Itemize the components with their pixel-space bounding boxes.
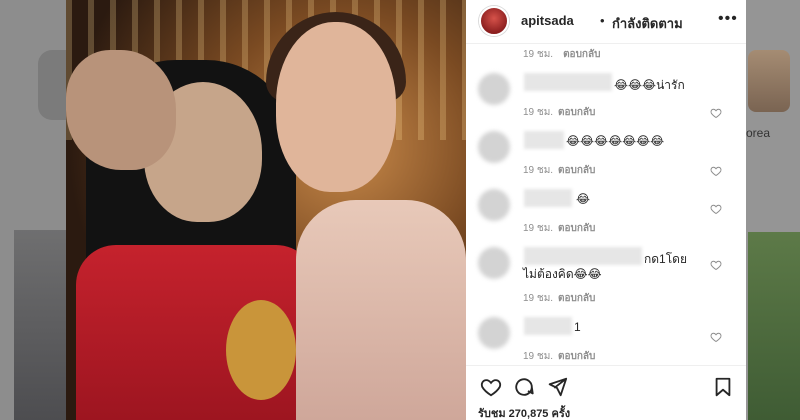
like-heart-icon[interactable] [710, 259, 722, 271]
comment-icon[interactable] [513, 376, 535, 398]
profile-avatar[interactable] [479, 6, 509, 36]
more-icon[interactable]: ••• [718, 10, 738, 28]
comment-time: 19 ชม. [523, 165, 554, 176]
commenter-name-blurred[interactable] [524, 73, 612, 91]
background-page-left [0, 0, 66, 420]
view-count[interactable]: รับชม 270,875 ครั้ง [478, 404, 570, 420]
comment-text: กด1โดย [644, 252, 688, 266]
reply-button[interactable]: ตอบกลับ [563, 49, 600, 60]
heart-icon[interactable] [480, 376, 502, 398]
like-heart-icon[interactable] [710, 107, 722, 119]
like-heart-icon[interactable] [710, 165, 722, 177]
comments-list[interactable]: 19 ชม. ตอบกลับ 😂😂😂น่ารัก 19 ชม. ตอบกลับ 😂… [466, 45, 746, 365]
profile-username[interactable]: apitsada [521, 13, 574, 28]
background-avatar [38, 50, 66, 120]
comment-item: 😂😂😂😂😂😂😂 19 ชม. ตอบกลับ [466, 125, 746, 183]
commenter-avatar[interactable] [478, 247, 510, 279]
background-thumbnail [748, 232, 800, 420]
like-heart-icon[interactable] [710, 203, 722, 215]
comment-meta: 19 ชม. ตอบกลับ [523, 49, 601, 60]
commenter-avatar[interactable] [478, 317, 510, 349]
reply-button[interactable]: ตอบกลับ [558, 105, 595, 120]
post-actions: รับชม 270,875 ครั้ง [466, 365, 746, 420]
commenter-avatar[interactable] [478, 73, 510, 105]
commenter-avatar[interactable] [478, 131, 510, 163]
separator-dot: • [600, 13, 605, 28]
comment-text: 😂 [576, 192, 591, 206]
comment-item: 1 19 ชม. ตอบกลับ [466, 311, 746, 365]
like-heart-icon[interactable] [710, 331, 722, 343]
post-header: apitsada • กำลังติดตาม ••• [466, 0, 746, 44]
post-side-panel: apitsada • กำลังติดตาม ••• 19 ชม. ตอบกลับ… [466, 0, 746, 420]
commenter-name-blurred[interactable] [524, 131, 564, 149]
comment-text: 1 [574, 320, 581, 334]
bookmark-icon[interactable] [712, 376, 734, 398]
reply-button[interactable]: ตอบกลับ [558, 221, 595, 236]
background-thumbnail [14, 230, 66, 420]
reply-button[interactable]: ตอบกลับ [558, 291, 595, 306]
comment-item: 😂😂😂น่ารัก 19 ชม. ตอบกลับ [466, 67, 746, 125]
commenter-name-blurred[interactable] [524, 189, 572, 207]
reply-button[interactable]: ตอบกลับ [558, 349, 595, 364]
comment-text: 😂😂😂😂😂😂😂 [566, 134, 665, 148]
comment-time: 19 ชม. [523, 107, 554, 118]
background-page-right: orea [746, 0, 800, 420]
comment-time: 19 ชม. [523, 351, 554, 362]
share-icon[interactable] [546, 376, 568, 398]
background-suggested-name: orea [746, 126, 771, 140]
comment-time: 19 ชม. [523, 293, 554, 304]
commenter-name-blurred[interactable] [524, 247, 642, 265]
post-photo[interactable] [66, 0, 466, 420]
comment-item: 😂 19 ชม. ตอบกลับ [466, 183, 746, 241]
comment-text: ไม่ต้องคิด😂😂 [523, 267, 602, 281]
comment-item: กด1โดย ไม่ต้องคิด😂😂 19 ชม. ตอบกลับ [466, 241, 746, 307]
reply-button[interactable]: ตอบกลับ [558, 163, 595, 178]
comment-text: 😂😂😂น่ารัก [614, 78, 685, 92]
commenter-name-blurred[interactable] [524, 317, 572, 335]
commenter-avatar[interactable] [478, 189, 510, 221]
comment-time: 19 ชม. [523, 223, 554, 234]
background-suggested-avatar [748, 50, 790, 112]
following-button[interactable]: กำลังติดตาม [612, 13, 683, 34]
